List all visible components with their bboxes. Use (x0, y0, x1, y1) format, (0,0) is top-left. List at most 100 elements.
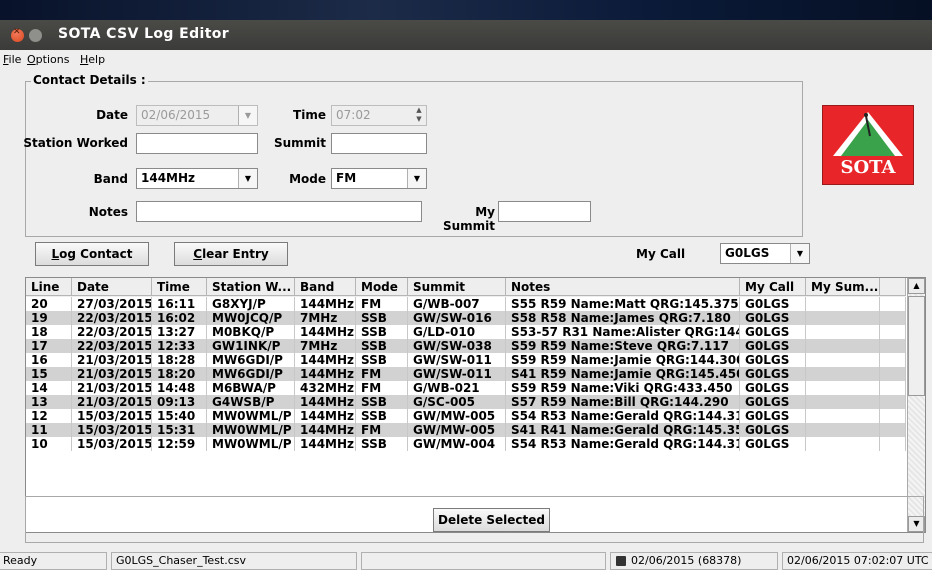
cell-filler (880, 437, 906, 451)
status-bar: Ready G0LGS_Chaser_Test.csv 02/06/2015 (… (0, 550, 932, 570)
column-header-band[interactable]: Band (295, 278, 356, 296)
cell-my-call: G0LGS (740, 437, 806, 451)
station-worked-field[interactable] (136, 133, 258, 154)
cell-line: 18 (26, 325, 72, 339)
spinner-arrows-icon[interactable]: ▲ ▼ (412, 106, 426, 125)
cell-date: 21/03/2015 (72, 367, 152, 381)
cell-time: 09:13 (152, 395, 207, 409)
minimize-icon[interactable] (29, 29, 42, 42)
column-header-summit[interactable]: Summit (408, 278, 506, 296)
table-row[interactable]: 20 27/03/2015 16:11 G8XYJ/P 144MHz FM G/WB-007… (26, 297, 906, 311)
scrollbar-thumb[interactable] (908, 296, 925, 396)
cell-band: 144MHz (295, 325, 356, 339)
sota-logo-text: SOTA (840, 157, 896, 178)
menu-help[interactable]: Help (80, 53, 105, 66)
cell-station: MW6GDI/P (207, 367, 295, 381)
chevron-down-icon[interactable]: ▼ (238, 106, 257, 125)
cell-summit: GW/SW-016 (408, 311, 506, 325)
cell-mode: SSB (356, 395, 408, 409)
notes-label: Notes (88, 205, 128, 219)
cell-band: 7MHz (295, 311, 356, 325)
table-row[interactable]: 15 21/03/2015 18:20 MW6GDI/P 144MHz FM GW/SW-0… (26, 367, 906, 381)
cell-summit: G/WB-021 (408, 381, 506, 395)
status-state: Ready (0, 552, 107, 570)
app-window: File Options Help Contact Details : Date… (0, 50, 932, 570)
cell-notes: S41 R59 Name:Jamie QRG:145.450 (506, 367, 740, 381)
cell-line: 16 (26, 353, 72, 367)
cell-my-call: G0LGS (740, 297, 806, 311)
cell-notes: S55 R59 Name:Matt QRG:145.375 (506, 297, 740, 311)
table-row[interactable]: 10 15/03/2015 12:59 MW0WML/P 144MHz SSB GW/MW-… (26, 437, 906, 451)
table-row[interactable]: 16 21/03/2015 18:28 MW6GDI/P 144MHz SSB GW/SW-… (26, 353, 906, 367)
cell-date: 15/03/2015 (72, 409, 152, 423)
table-row[interactable]: 11 15/03/2015 15:31 MW0WML/P 144MHz FM GW/MW-0… (26, 423, 906, 437)
cell-line: 14 (26, 381, 72, 395)
cell-notes: S58 R58 Name:James QRG:7.180 (506, 311, 740, 325)
date-picker[interactable]: 02/06/2015 ▼ (136, 105, 258, 126)
notes-field[interactable] (136, 201, 422, 222)
cell-summit: GW/MW-005 (408, 423, 506, 437)
log-contact-button[interactable]: Log Contact (35, 242, 149, 266)
chevron-down-icon[interactable]: ▼ (407, 169, 426, 188)
cell-date: 15/03/2015 (72, 423, 152, 437)
cell-notes: S41 R41 Name:Gerald QRG:145.350 (506, 423, 740, 437)
cell-date: 15/03/2015 (72, 437, 152, 451)
cell-mode: SSB (356, 339, 408, 353)
cell-station: G8XYJ/P (207, 297, 295, 311)
close-icon[interactable] (11, 27, 24, 42)
column-header-date[interactable]: Date (72, 278, 152, 296)
title-bar[interactable]: SOTA CSV Log Editor (0, 20, 932, 50)
menu-file[interactable]: File (3, 53, 21, 66)
window-title: SOTA CSV Log Editor (58, 26, 230, 42)
column-header-mode[interactable]: Mode (356, 278, 408, 296)
summit-field[interactable] (331, 133, 427, 154)
scroll-up-icon[interactable]: ▲ (908, 278, 925, 294)
table-row[interactable]: 17 22/03/2015 12:33 GW1INK/P 7MHz SSB GW/SW-03… (26, 339, 906, 353)
band-label: Band (93, 172, 128, 186)
cell-date: 21/03/2015 (72, 395, 152, 409)
station-worked-label: Station Worked (23, 136, 128, 150)
contact-log-table[interactable]: Line Date Time Station W... Band Mode Su… (25, 277, 926, 533)
cell-time: 12:59 (152, 437, 207, 451)
chevron-down-icon[interactable]: ▼ (238, 169, 257, 188)
vertical-scrollbar[interactable]: ▲ ▼ (907, 278, 925, 532)
cell-summit: G/SC-005 (408, 395, 506, 409)
cell-station: M6BWA/P (207, 381, 295, 395)
menu-bar: File Options Help (0, 50, 932, 70)
cell-band: 144MHz (295, 297, 356, 311)
cell-mode: FM (356, 367, 408, 381)
column-header-station[interactable]: Station W... (207, 278, 295, 296)
time-spinner[interactable]: 07:02 ▲ ▼ (331, 105, 427, 126)
table-row[interactable]: 18 22/03/2015 13:27 M0BKQ/P 144MHz SSB G/LD-01… (26, 325, 906, 339)
clear-entry-button[interactable]: Clear Entry (174, 242, 288, 266)
table-row[interactable]: 19 22/03/2015 16:02 MW0JCQ/P 7MHz SSB GW/SW-01… (26, 311, 906, 325)
table-row[interactable]: 12 15/03/2015 15:40 MW0WML/P 144MHz SSB GW/MW-… (26, 409, 906, 423)
cell-my-call: G0LGS (740, 339, 806, 353)
mode-select[interactable]: FM ▼ (331, 168, 427, 189)
cell-line: 11 (26, 423, 72, 437)
column-header-my-call[interactable]: My Call (740, 278, 806, 296)
cell-station: MW0WML/P (207, 423, 295, 437)
chevron-down-icon[interactable]: ▼ (790, 244, 809, 263)
cell-band: 144MHz (295, 409, 356, 423)
column-header-time[interactable]: Time (152, 278, 207, 296)
cell-time: 12:33 (152, 339, 207, 353)
column-header-my-summit[interactable]: My Sum... (806, 278, 880, 296)
cell-band: 7MHz (295, 339, 356, 353)
desktop-background (0, 0, 932, 20)
cell-filler (880, 381, 906, 395)
cell-filler (880, 353, 906, 367)
table-row[interactable]: 14 21/03/2015 14:48 M6BWA/P 432MHz FM G/WB-021… (26, 381, 906, 395)
column-header-notes[interactable]: Notes (506, 278, 740, 296)
table-row[interactable]: 13 21/03/2015 09:13 G4WSB/P 144MHz SSB G/SC-00… (26, 395, 906, 409)
my-summit-field[interactable] (498, 201, 591, 222)
cell-filler (880, 367, 906, 381)
status-empty (361, 552, 606, 570)
menu-options[interactable]: Options (27, 53, 69, 66)
cell-station: MW0WML/P (207, 437, 295, 451)
my-call-select[interactable]: G0LGS ▼ (720, 243, 810, 264)
band-select[interactable]: 144MHz ▼ (136, 168, 258, 189)
delete-selected-button[interactable]: Delete Selected (433, 508, 550, 532)
cell-my-call: G0LGS (740, 325, 806, 339)
column-header-line[interactable]: Line (26, 278, 72, 296)
